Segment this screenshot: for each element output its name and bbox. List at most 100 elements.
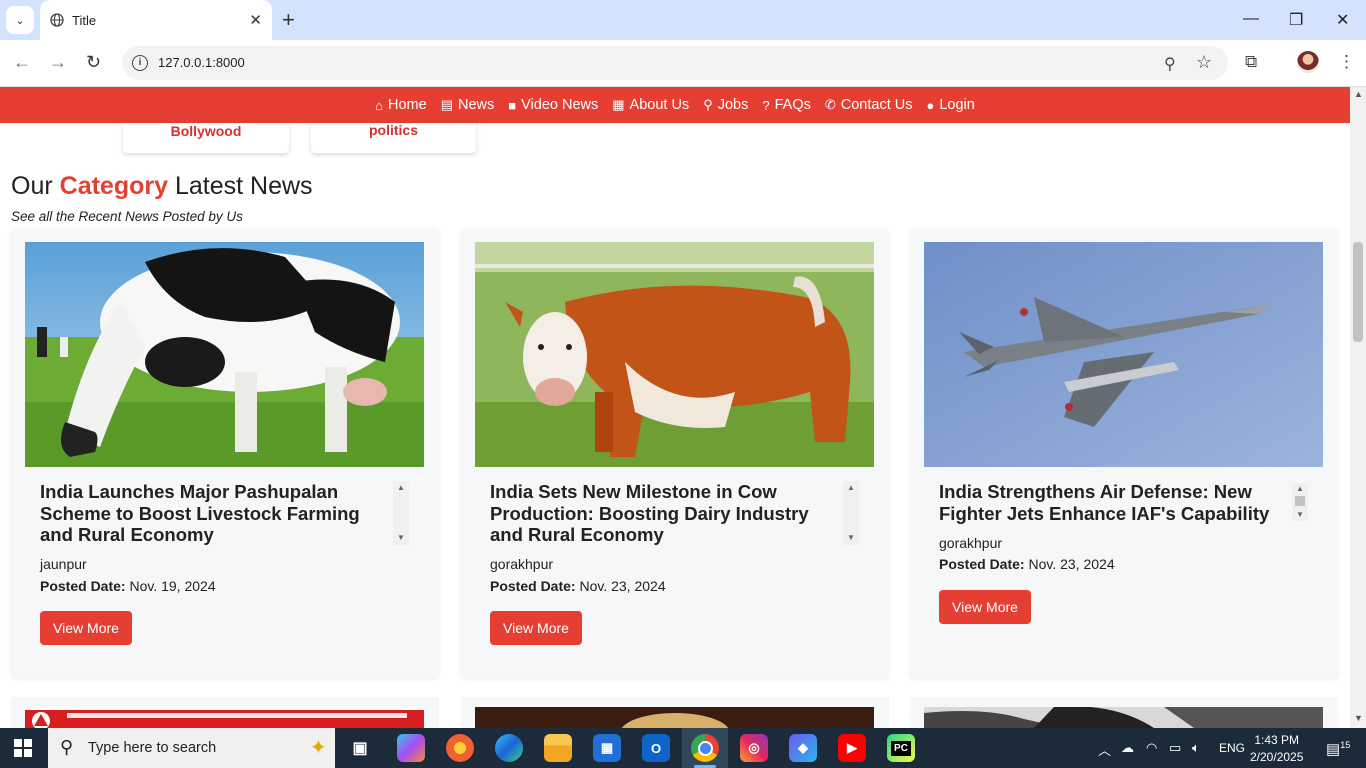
edge-icon[interactable]: [495, 734, 523, 762]
taskbar-clock[interactable]: 1:43 PM 2/20/2025: [1250, 732, 1303, 766]
firefox-icon[interactable]: [446, 734, 474, 762]
view-more-button[interactable]: View More: [40, 611, 132, 645]
user-icon: ●: [926, 97, 935, 113]
outlook-icon[interactable]: O: [642, 734, 670, 762]
id-card-icon: ▦: [612, 97, 625, 112]
bookmark-star-icon[interactable]: ☆: [1196, 52, 1212, 73]
news-card: India Launches Major Pashupalan Scheme t…: [11, 229, 439, 678]
tab-title: Title: [72, 13, 97, 28]
globe-icon: [50, 13, 64, 27]
news-image[interactable]: [924, 706, 1323, 728]
nav-about-us[interactable]: ▦ About Us: [612, 97, 689, 113]
file-explorer-icon[interactable]: [544, 734, 572, 762]
news-image[interactable]: [475, 707, 874, 753]
news-headline[interactable]: India Sets New Milestone in Cow Producti…: [490, 481, 835, 545]
windows-taskbar: ⚲ Type here to search ✦ ▣ ▦ O ◎ ◆ ▶ PC ︿…: [0, 728, 1366, 768]
nav-faqs[interactable]: ? FAQs: [762, 97, 811, 113]
home-icon: ⌂: [375, 97, 384, 113]
scroll-down-arrow-icon[interactable]: ▼: [847, 533, 855, 542]
forward-icon[interactable]: →: [49, 52, 67, 73]
scroll-up-arrow-icon[interactable]: ▲: [1354, 89, 1363, 99]
back-icon[interactable]: ←: [13, 52, 31, 73]
news-image[interactable]: [25, 707, 424, 730]
news-image-fighter-jet[interactable]: [924, 242, 1323, 467]
newspaper-icon: ▤: [440, 97, 453, 112]
news-card: [461, 697, 889, 753]
extensions-icon[interactable]: ⧉: [1245, 52, 1257, 72]
new-tab-button[interactable]: +: [282, 7, 295, 33]
zoom-icon[interactable]: ⚲: [1164, 54, 1176, 74]
pycharm-icon[interactable]: PC: [887, 734, 915, 762]
language-indicator[interactable]: ENG: [1219, 741, 1245, 755]
wifi-icon[interactable]: ◠: [1146, 740, 1157, 756]
copilot-sparkle-icon: ✦: [310, 737, 327, 759]
windows-start-icon[interactable]: [14, 739, 32, 757]
question-icon: ?: [762, 97, 770, 113]
nav-video-news[interactable]: ■ Video News: [508, 97, 598, 113]
nav-contact-us[interactable]: ✆ Contact Us: [825, 97, 913, 113]
news-card: [910, 697, 1338, 728]
microsoft-store-icon[interactable]: ▦: [593, 734, 621, 762]
browser-tab-bar: ⌄ Title ✕ + — ❐ ✕: [0, 0, 1366, 40]
news-posted-date: Posted Date: Nov. 23, 2024: [939, 556, 1115, 572]
tab-search-dropdown-icon[interactable]: ⌄: [6, 6, 34, 34]
scroll-down-arrow-icon[interactable]: ▼: [397, 533, 405, 542]
task-view-icon[interactable]: ▣: [346, 734, 374, 762]
section-title: Our Category Latest News: [11, 172, 313, 200]
nav-login[interactable]: ● Login: [927, 97, 975, 113]
show-hidden-icons-icon[interactable]: ︿: [1098, 740, 1111, 759]
app-icon[interactable]: ◆: [789, 734, 817, 762]
site-info-icon[interactable]: i: [132, 55, 148, 71]
scroll-down-arrow-icon[interactable]: ▼: [1296, 510, 1304, 519]
news-headline[interactable]: India Strengthens Air Defense: New Fight…: [939, 481, 1299, 524]
search-icon: ⚲: [703, 97, 713, 112]
address-bar[interactable]: i 127.0.0.1:8000 ⚲ ☆: [122, 46, 1228, 80]
nav-jobs[interactable]: ⚲ Jobs: [703, 97, 748, 113]
scrollbar-thumb[interactable]: [1295, 496, 1305, 506]
search-icon: ⚲: [60, 737, 74, 757]
taskbar-search-placeholder: Type here to search: [88, 740, 217, 756]
minimize-icon[interactable]: —: [1243, 10, 1259, 28]
scroll-up-arrow-icon[interactable]: ▲: [397, 483, 405, 492]
window-close-icon[interactable]: ✕: [1336, 10, 1349, 30]
scroll-up-arrow-icon[interactable]: ▲: [847, 483, 855, 492]
onedrive-icon[interactable]: ☁: [1121, 740, 1134, 756]
url-text[interactable]: 127.0.0.1:8000: [158, 55, 245, 70]
headline-scrollbar[interactable]: ▲ ▼: [843, 481, 859, 545]
profile-avatar[interactable]: [1297, 51, 1319, 73]
copilot-icon[interactable]: [397, 734, 425, 762]
view-more-button[interactable]: View More: [939, 590, 1031, 624]
reload-icon[interactable]: ↻: [86, 52, 101, 73]
headline-scrollbar[interactable]: ▲ ▼: [393, 481, 409, 545]
scroll-up-arrow-icon[interactable]: ▲: [1296, 484, 1304, 493]
news-image-cow-grazing[interactable]: [25, 242, 424, 467]
news-image-brown-cow[interactable]: [475, 242, 874, 467]
headline-scrollbar[interactable]: ▲ ▼: [1292, 483, 1308, 521]
site-navbar: ⌂ Home ▤ News ■ Video News ▦ About Us ⚲ Jobs …: [0, 87, 1350, 123]
news-headline[interactable]: India Launches Major Pashupalan Scheme t…: [40, 481, 385, 545]
volume-icon[interactable]: 🔈︎: [1192, 740, 1200, 756]
instagram-icon[interactable]: ◎: [740, 734, 768, 762]
restore-icon[interactable]: ❐: [1289, 10, 1303, 30]
category-chip-politics[interactable]: politics: [311, 122, 476, 153]
page-scrollbar[interactable]: ▲ ▼: [1350, 87, 1366, 728]
category-chip-bollywood[interactable]: Bollywood: [123, 123, 289, 153]
nav-news[interactable]: ▤ News: [441, 97, 495, 113]
scroll-down-arrow-icon[interactable]: ▼: [1354, 713, 1363, 723]
notification-center-icon[interactable]: ▤15: [1326, 740, 1350, 758]
taskbar-search-box[interactable]: ⚲ Type here to search ✦: [48, 728, 335, 768]
browser-tab[interactable]: Title ✕: [40, 0, 272, 40]
nav-home[interactable]: ⌂ Home: [375, 97, 427, 113]
headline-container: India Strengthens Air Defense: New Fight…: [939, 481, 1309, 525]
news-city: jaunpur: [40, 556, 87, 572]
youtube-icon[interactable]: ▶: [838, 734, 866, 762]
browser-menu-icon[interactable]: ⋮: [1338, 52, 1355, 72]
headline-container: India Launches Major Pashupalan Scheme t…: [40, 481, 410, 545]
tab-close-icon[interactable]: ✕: [249, 11, 262, 29]
battery-icon[interactable]: ▭: [1169, 740, 1181, 756]
scrollbar-thumb[interactable]: [1353, 242, 1363, 342]
news-city: gorakhpur: [939, 535, 1003, 551]
view-more-button[interactable]: View More: [490, 611, 582, 645]
news-posted-date: Posted Date: Nov. 19, 2024: [40, 578, 216, 594]
chrome-icon[interactable]: [691, 734, 719, 762]
